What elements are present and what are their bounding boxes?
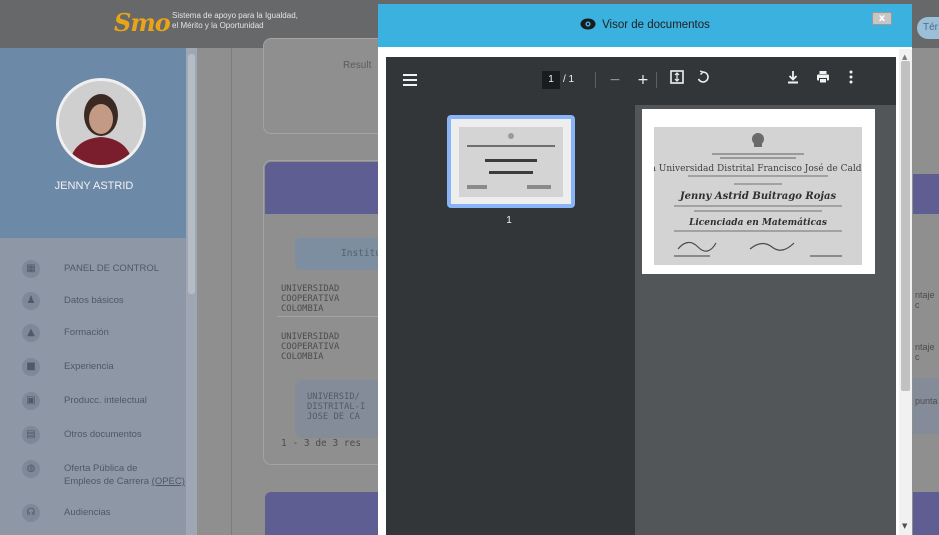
oferta-line2: Empleos de Carrera bbox=[64, 476, 150, 487]
sidebar-item-formacion[interactable]: ▲ Formación bbox=[0, 318, 188, 348]
institution-line: COOPERATIVA bbox=[281, 342, 340, 352]
top-chip-button[interactable]: Tér bbox=[917, 17, 939, 39]
app-logo[interactable]: Smo bbox=[114, 8, 171, 37]
pdf-toolbar: 1 / 1 − + bbox=[386, 57, 896, 105]
sidebar-item-datos-basicos[interactable]: ♟ Datos básicos bbox=[0, 286, 188, 316]
pdf-viewer: 1 / 1 − + 1 La Universidad Distrital Fra… bbox=[386, 57, 896, 535]
print-icon[interactable] bbox=[812, 69, 834, 91]
sidebar-item-experiencia[interactable]: ■ Experiencia bbox=[0, 352, 188, 382]
next-card-header-right bbox=[913, 492, 939, 535]
more-vertical-icon[interactable] bbox=[840, 69, 862, 91]
score-cell: punta bbox=[915, 396, 938, 406]
profile-panel: JENNY ASTRID bbox=[0, 48, 188, 238]
sidebar-item-panel-de-control[interactable]: ▦ PANEL DE CONTROL bbox=[0, 254, 188, 284]
globe-icon: ◍ bbox=[22, 460, 40, 478]
sidebar-item-otros-documentos[interactable]: ▤ Otros documentos bbox=[0, 420, 188, 450]
toolbar-separator bbox=[656, 72, 657, 88]
sidebar-item-label: Audiencias bbox=[64, 507, 111, 518]
diploma-institution: La Universidad Distrital Francisco José … bbox=[654, 163, 862, 174]
dashboard-icon: ▦ bbox=[22, 260, 40, 278]
viewer-header: Visor de documentos x bbox=[378, 4, 912, 47]
viewer-scrollbar[interactable]: ▲ ▼ bbox=[899, 49, 912, 535]
page-number-input[interactable]: 1 bbox=[542, 71, 560, 89]
sidebar-item-label: Formación bbox=[64, 327, 109, 338]
thumbnail-page-number: 1 bbox=[506, 215, 512, 226]
institution-line: UNIVERSIDAD bbox=[281, 332, 340, 342]
profile-name: JENNY ASTRID bbox=[54, 180, 134, 192]
briefcase-icon: ■ bbox=[22, 358, 40, 376]
diploma-recipient: Jenny Astrid Buitrago Rojas bbox=[678, 191, 837, 202]
audience-icon: ☊ bbox=[22, 504, 40, 522]
eye-icon bbox=[580, 18, 596, 30]
score-cell-highlight bbox=[913, 378, 939, 434]
users-icon: ♟ bbox=[22, 292, 40, 310]
document-page: La Universidad Distrital Francisco José … bbox=[642, 109, 875, 274]
opec-link[interactable]: (OPEC) bbox=[152, 476, 185, 487]
fit-page-icon[interactable] bbox=[666, 69, 688, 91]
score-cell: ntaje c bbox=[915, 342, 935, 362]
institution-line: COLOMBIA bbox=[281, 304, 324, 314]
menu-icon[interactable] bbox=[403, 74, 417, 86]
sidebar-item-audiencias[interactable]: ☊ Audiencias bbox=[0, 498, 188, 528]
institution-line: COLOMBIA bbox=[281, 352, 324, 362]
institution-line: COOPERATIVA bbox=[281, 294, 340, 304]
page-total: / 1 bbox=[563, 74, 575, 85]
institution-line: UNIVERSIDAD bbox=[281, 284, 340, 294]
thumbnail-image bbox=[451, 119, 571, 204]
sidebar-item-label: Producc. intelectual bbox=[64, 395, 147, 406]
avatar-photo bbox=[59, 81, 143, 165]
close-icon: x bbox=[878, 13, 886, 24]
sidebar-item-label: Experiencia bbox=[64, 361, 114, 372]
download-icon[interactable] bbox=[782, 69, 804, 91]
sidebar-item-producc-intelectual[interactable]: ▣ Producc. intelectual bbox=[0, 386, 188, 416]
scrollbar-thumb[interactable] bbox=[901, 61, 910, 391]
oferta-line1: Oferta Pública de bbox=[64, 463, 138, 474]
document-viewer-modal: Visor de documentos x 1 / 1 − + 1 La Uni… bbox=[378, 4, 912, 535]
scroll-down-icon[interactable]: ▼ bbox=[902, 522, 907, 530]
zoom-out-button[interactable]: − bbox=[604, 69, 626, 91]
avatar bbox=[56, 78, 146, 168]
divider bbox=[231, 48, 232, 535]
book-icon: ▣ bbox=[22, 392, 40, 410]
zoom-in-button[interactable]: + bbox=[632, 69, 654, 91]
sidebar-item-oferta-publica[interactable]: ◍ Oferta Pública de Empleos de Carrera (… bbox=[0, 454, 188, 494]
sidebar-item-label: Otros documentos bbox=[64, 429, 142, 440]
document-icon: ▤ bbox=[22, 426, 40, 444]
table-row: UNIVERSIDAD COOPERATIVA COLOMBIA bbox=[281, 284, 381, 314]
diploma-image: La Universidad Distrital Francisco José … bbox=[645, 127, 872, 265]
pagination-info: 1 - 3 de 3 res bbox=[281, 438, 362, 449]
sidebar-item-label: Datos básicos bbox=[64, 295, 124, 306]
thumbnail-pane: 1 bbox=[386, 105, 635, 535]
scroll-up-icon[interactable]: ▲ bbox=[902, 53, 907, 61]
sidebar: JENNY ASTRID ▦ PANEL DE CONTROL ♟ Datos … bbox=[0, 48, 197, 535]
viewer-title-text: Visor de documentos bbox=[602, 19, 710, 31]
education-card-header-right bbox=[913, 174, 939, 214]
logo-mark-text: Smo bbox=[114, 8, 171, 37]
logo-text: Sistema de apoyo para la Igualdad, el Mé… bbox=[172, 11, 298, 30]
toolbar-separator bbox=[595, 72, 596, 88]
page-thumbnail[interactable] bbox=[447, 115, 575, 208]
results-text: Result bbox=[343, 60, 372, 71]
sidebar-item-label: Oferta Pública de Empleos de Carrera (OP… bbox=[64, 462, 185, 488]
viewer-title: Visor de documentos bbox=[378, 4, 912, 47]
rotate-icon[interactable] bbox=[692, 69, 714, 91]
score-cell: ntaje c bbox=[915, 290, 935, 310]
graduation-cap-icon: ▲ bbox=[22, 324, 40, 342]
table-row: UNIVERSIDAD COOPERATIVA COLOMBIA bbox=[281, 332, 381, 362]
close-button[interactable]: x bbox=[872, 12, 892, 25]
diploma-degree: Licenciada en Matemáticas bbox=[688, 217, 827, 228]
sidebar-item-label: PANEL DE CONTROL bbox=[64, 263, 160, 274]
